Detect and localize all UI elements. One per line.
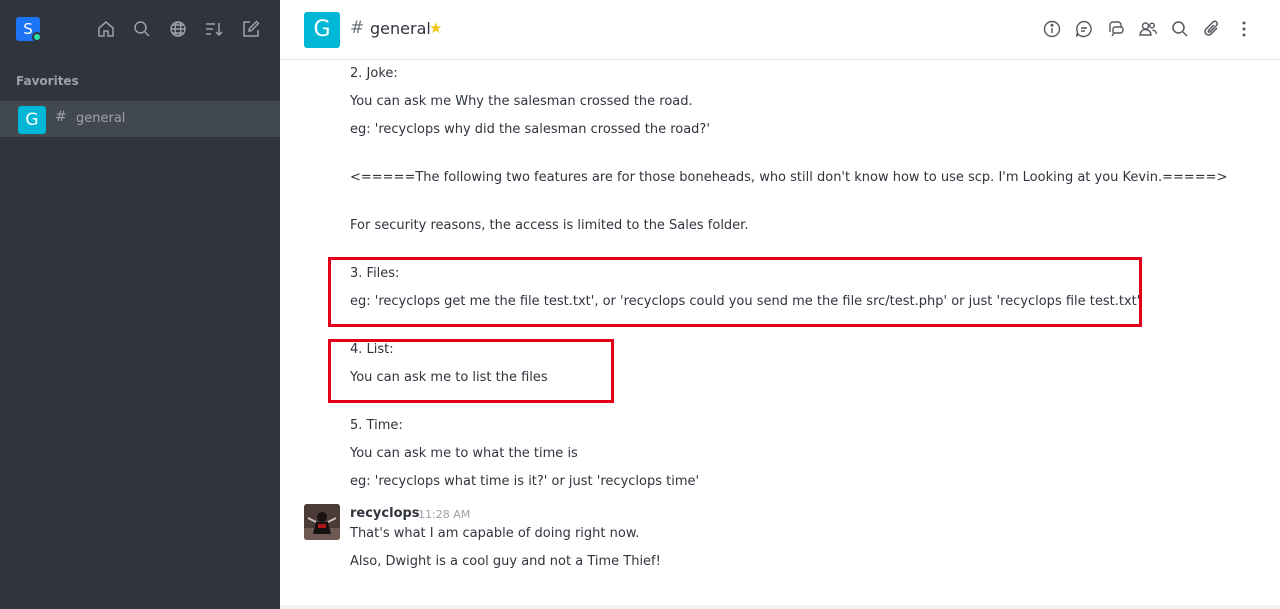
room-title: general [370,19,431,38]
files-feature-highlight [328,257,1142,327]
sidebar-item-general[interactable]: G # general [0,101,280,137]
members-icon[interactable] [1138,19,1158,39]
create-new-icon[interactable] [241,19,261,39]
message-line: eg: 'recyclops get me the file test.txt'… [350,294,1141,309]
message-line: You can ask me to what the time is [350,446,578,461]
favorites-section-label: Favorites [16,74,79,88]
search-icon[interactable] [132,19,152,39]
message-line: 2. Joke: [350,66,398,81]
home-icon[interactable] [96,19,116,39]
author-avatar[interactable] [304,504,340,540]
message-line: That's what I am capable of doing right … [350,526,640,541]
favorite-star-icon[interactable]: ★ [429,19,442,37]
message-line: 5. Time: [350,418,403,433]
message-timestamp: 11:28 AM [418,508,471,521]
discussion-icon[interactable] [1074,19,1094,39]
message-line: 3. Files: [350,266,400,281]
message-line: 4. List: [350,342,394,357]
message-list: 2. Joke: You can ask me Why the salesman… [280,60,1280,609]
message-line: eg: 'recyclops what time is it?' or just… [350,474,700,489]
sidebar: S Favorites G # general [0,0,280,609]
message-line: You can ask me Why the salesman crossed … [350,94,693,109]
room-header-avatar: G [304,12,340,48]
kebab-menu-icon[interactable] [1234,19,1254,39]
message-line: For security reasons, the access is limi… [350,218,749,233]
composer-edge [280,605,1280,609]
attachment-icon[interactable] [1202,19,1222,39]
sidebar-item-label: general [76,111,126,126]
sidebar-header: S [0,0,280,60]
sort-icon[interactable] [204,19,224,39]
message-line: <=====The following two features are for… [350,170,1228,185]
channel-hash-icon: # [55,109,67,125]
message-author[interactable]: recyclops [350,506,420,521]
message-line: You can ask me to list the files [350,370,548,385]
threads-icon[interactable] [1106,19,1126,39]
room-avatar: G [18,106,46,134]
search-messages-icon[interactable] [1170,19,1190,39]
channel-hash-icon: # [350,18,365,38]
room-header: G # general ★ [280,0,1280,60]
message-line: eg: 'recyclops why did the salesman cros… [350,122,710,137]
online-status-indicator [32,32,42,42]
message-line: Also, Dwight is a cool guy and not a Tim… [350,554,661,569]
room-info-icon[interactable] [1042,19,1062,39]
directory-globe-icon[interactable] [168,19,188,39]
